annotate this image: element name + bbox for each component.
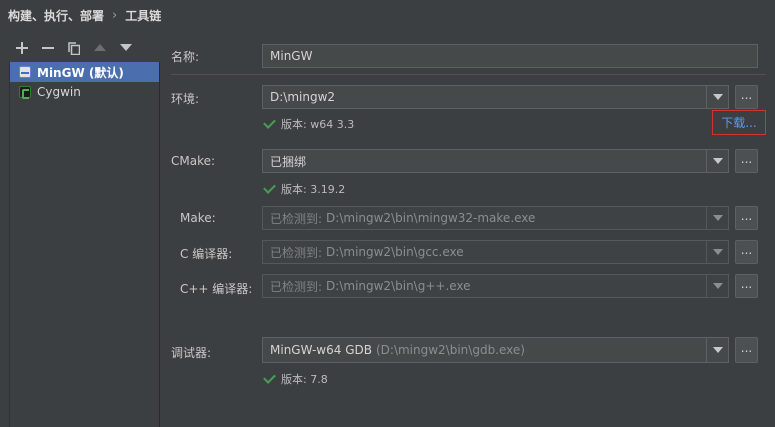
mingw-icon [19,66,31,78]
check-icon [263,371,276,384]
toolchain-item-cygwin[interactable]: Cygwin [10,82,159,102]
chevron-down-icon[interactable] [706,338,728,362]
debugger-version: 版本: 7.8 [281,373,328,386]
cmake-label: CMake: [171,154,216,168]
remove-button[interactable] [35,36,61,60]
copy-button[interactable] [61,36,87,60]
chevron-down-icon[interactable] [706,207,728,229]
divider [171,74,766,75]
cygwin-icon [19,86,31,99]
check-icon [263,116,276,129]
cpp-compiler-browse-button[interactable]: ... [735,274,758,298]
debugger-detail: (D:\mingw2\bin\gdb.exe) [375,343,525,357]
environment-value: D:\mingw2 [270,90,336,104]
c-compiler-select[interactable]: 已检测到: D:\mingw2\bin\gcc.exe [262,240,729,264]
make-label: Make: [180,211,216,225]
move-down-button[interactable] [113,36,139,60]
move-up-button[interactable] [87,36,113,60]
c-compiler-hint: 已检测到: [270,245,323,260]
breadcrumb-current: 工具链 [125,8,162,23]
c-compiler-label: C 编译器: [180,247,233,261]
debugger-value: MinGW-w64 GDB [270,343,372,357]
chevron-down-icon[interactable] [706,275,728,297]
debugger-browse-button[interactable]: ... [735,337,758,363]
toolchain-item-label: MinGW (默认) [37,65,124,80]
make-hint: 已检测到: [270,211,323,226]
c-compiler-browse-button[interactable]: ... [735,240,758,264]
check-icon [263,181,276,194]
add-icon [16,42,28,54]
make-select[interactable]: 已检测到: D:\mingw2\bin\mingw32-make.exe [262,206,729,230]
cmake-select[interactable]: 已捆绑 [262,149,729,173]
toolchain-item-mingw[interactable]: MinGW (默认) [10,62,159,82]
toolchain-toolbar [9,36,139,60]
chevron-down-icon[interactable] [706,150,728,172]
make-browse-button[interactable]: ... [735,206,758,230]
breadcrumb-separator: › [112,7,118,23]
remove-icon [42,47,54,49]
arrow-up-icon [94,44,106,51]
cmake-version: 版本: 3.19.2 [281,183,346,196]
environment-status: 版本: w64 3.3 [263,116,355,132]
add-button[interactable] [9,36,35,60]
download-link[interactable]: 下载... [712,110,766,135]
breadcrumb-parent[interactable]: 构建、执行、部署 [8,7,104,24]
toolchain-list: MinGW (默认) Cygwin [9,62,160,427]
cmake-browse-button[interactable]: ... [735,149,758,173]
name-value: MinGW [270,49,313,63]
cpp-compiler-hint: 已检测到: [270,279,323,294]
cmake-value: 已捆绑 [270,154,307,169]
toolchain-pane: MinGW (默认) Cygwin [9,36,160,427]
environment-label: 环境: [171,92,200,106]
chevron-down-icon[interactable] [706,86,728,108]
cmake-status: 版本: 3.19.2 [263,181,346,197]
name-label: 名称: [171,50,200,64]
cpp-compiler-label: C++ 编译器: [180,282,253,296]
environment-select[interactable]: D:\mingw2 [262,85,729,109]
breadcrumb: 构建、执行、部署 › 工具链 [8,7,161,23]
chevron-down-icon[interactable] [706,241,728,263]
environment-version: 版本: w64 3.3 [281,118,355,131]
arrow-down-icon [120,44,132,51]
make-value: D:\mingw2\bin\mingw32-make.exe [326,211,536,225]
debugger-select[interactable]: MinGW-w64 GDB (D:\mingw2\bin\gdb.exe) [262,337,729,363]
c-compiler-value: D:\mingw2\bin\gcc.exe [326,245,464,259]
cpp-compiler-value: D:\mingw2\bin\g++.exe [326,279,471,293]
toolchain-item-label: Cygwin [37,85,81,99]
copy-icon [68,41,80,55]
debugger-label: 调试器: [171,346,212,360]
cpp-compiler-select[interactable]: 已检测到: D:\mingw2\bin\g++.exe [262,274,729,298]
name-input[interactable]: MinGW [262,44,758,68]
environment-browse-button[interactable]: ... [735,85,758,109]
debugger-status: 版本: 7.8 [263,371,328,387]
